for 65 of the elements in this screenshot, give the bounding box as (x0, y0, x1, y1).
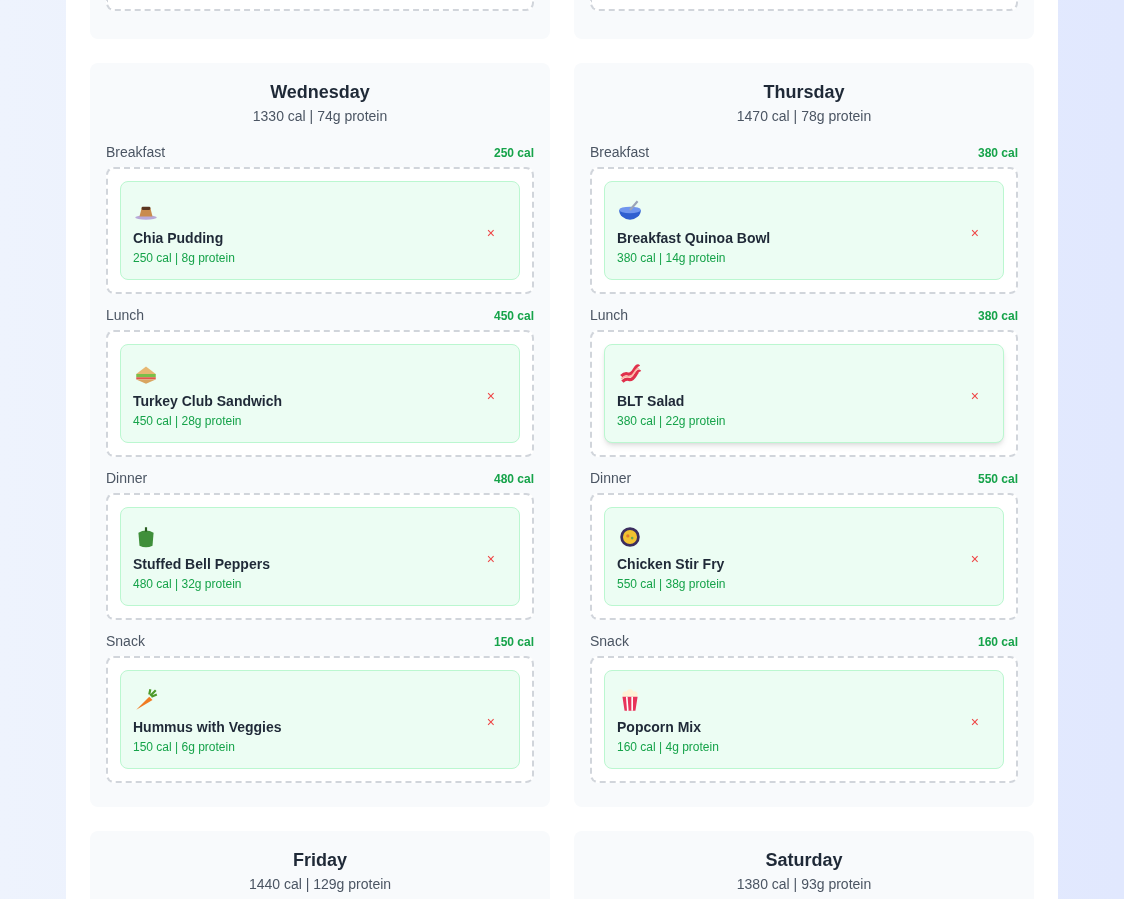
meal-card[interactable]: Turkey Club Sandwich 450 cal | 28g protein × (120, 344, 520, 443)
remove-button[interactable]: × (970, 714, 979, 729)
day-summary: 1440 cal | 129g protein (248, 875, 392, 894)
day-title: Wednesday (270, 81, 370, 104)
slot-calories: 550 cal (977, 470, 1018, 488)
day-title: Saturday (765, 849, 843, 872)
day-summary: 1330 cal | 74g protein (252, 107, 388, 126)
meal-info: 380 cal | 22g protein (617, 413, 726, 430)
drop-zone[interactable]: Turkey Club Sandwich 450 cal | 28g protein × (106, 330, 534, 457)
meal-name: BLT Salad (617, 392, 686, 411)
day-title: Thursday (763, 81, 845, 104)
slot-calories: 380 cal (977, 307, 1018, 325)
meal-name: Turkey Club Sandwich (133, 392, 283, 411)
slot-calories: 480 cal (493, 470, 534, 488)
slot-calories: 450 cal (493, 307, 534, 325)
remove-button[interactable]: × (970, 551, 979, 566)
meal-info: 380 cal | 14g protein (617, 250, 727, 267)
meal-info: 480 cal | 32g protein (133, 576, 243, 593)
drop-zone[interactable]: Stuffed Bell Peppers 480 cal | 32g protein × (106, 493, 534, 620)
day-summary: 1380 cal | 93g protein (736, 875, 872, 894)
pan-icon (617, 524, 643, 550)
drop-zone[interactable]: BLT Salad 380 cal | 22g protein × (590, 330, 1018, 457)
slot-calories: 380 cal (977, 144, 1018, 162)
remove-button[interactable]: × (970, 225, 979, 240)
meal-name: Chia Pudding (133, 229, 225, 248)
meal-card[interactable]: Hummus with Veggies 150 cal | 6g protein × (120, 670, 520, 769)
day-title: Friday (293, 849, 347, 872)
remove-button[interactable]: × (486, 388, 495, 403)
remove-button[interactable]: × (486, 225, 495, 240)
meal-slot-label: Dinner (590, 469, 632, 488)
drop-zone[interactable]: Popcorn Mix 160 cal | 4g protein × (590, 656, 1018, 783)
meal-info: 150 cal | 6g protein (133, 739, 236, 756)
drop-zone[interactable]: Chia Pudding 250 cal | 8g protein × (106, 167, 534, 294)
drop-zone[interactable]: Hummus with Veggies 150 cal | 6g protein × (106, 656, 534, 783)
meal-info: 250 cal | 8g protein (133, 250, 235, 267)
meal-slot-label: Breakfast (106, 143, 166, 162)
slot-calories: 150 cal (493, 633, 534, 651)
meal-info: 550 cal | 38g protein (617, 576, 726, 593)
meal-name: Stuffed Bell Peppers (133, 555, 270, 574)
meal-name: Breakfast Quinoa Bowl (617, 229, 771, 248)
meal-slot-label: Dinner (106, 469, 148, 488)
remove-button[interactable]: × (486, 551, 495, 566)
meal-card[interactable]: BLT Salad 380 cal | 22g protein × (604, 344, 1004, 443)
meal-card[interactable]: Chicken Stir Fry 550 cal | 38g protein × (604, 507, 1004, 606)
meal-card[interactable]: Chia Pudding 250 cal | 8g protein × (120, 181, 520, 280)
meal-slot-label: Breakfast (590, 143, 650, 162)
drop-zone[interactable]: Breakfast Quinoa Bowl 380 cal | 14g protein × (590, 167, 1018, 294)
meal-slot-label: Lunch (590, 306, 629, 325)
slot-calories: 160 cal (977, 633, 1018, 651)
meal-name: Chicken Stir Fry (617, 555, 726, 574)
meal-info: 160 cal | 4g protein (617, 739, 719, 756)
meal-card[interactable]: Breakfast Quinoa Bowl 380 cal | 14g protein × (604, 181, 1004, 280)
slot-calories: 250 cal (493, 144, 534, 162)
meal-name: Hummus with Veggies (133, 718, 282, 737)
meal-card[interactable]: Popcorn Mix 160 cal | 4g protein × (604, 670, 1004, 769)
meal-name: Popcorn Mix (617, 718, 702, 737)
meal-slot-label: Snack (106, 632, 145, 651)
drop-zone[interactable]: Chicken Stir Fry 550 cal | 38g protein × (590, 493, 1018, 620)
day-summary: 1470 cal | 78g protein (736, 107, 872, 126)
remove-button[interactable]: × (486, 714, 495, 729)
meal-info: 450 cal | 28g protein (133, 413, 243, 430)
meal-slot-label: Lunch (106, 306, 145, 325)
meal-card[interactable]: Stuffed Bell Peppers 480 cal | 32g protein × (120, 507, 520, 606)
meal-slot-label: Snack (590, 632, 629, 651)
remove-button[interactable]: × (970, 388, 979, 403)
